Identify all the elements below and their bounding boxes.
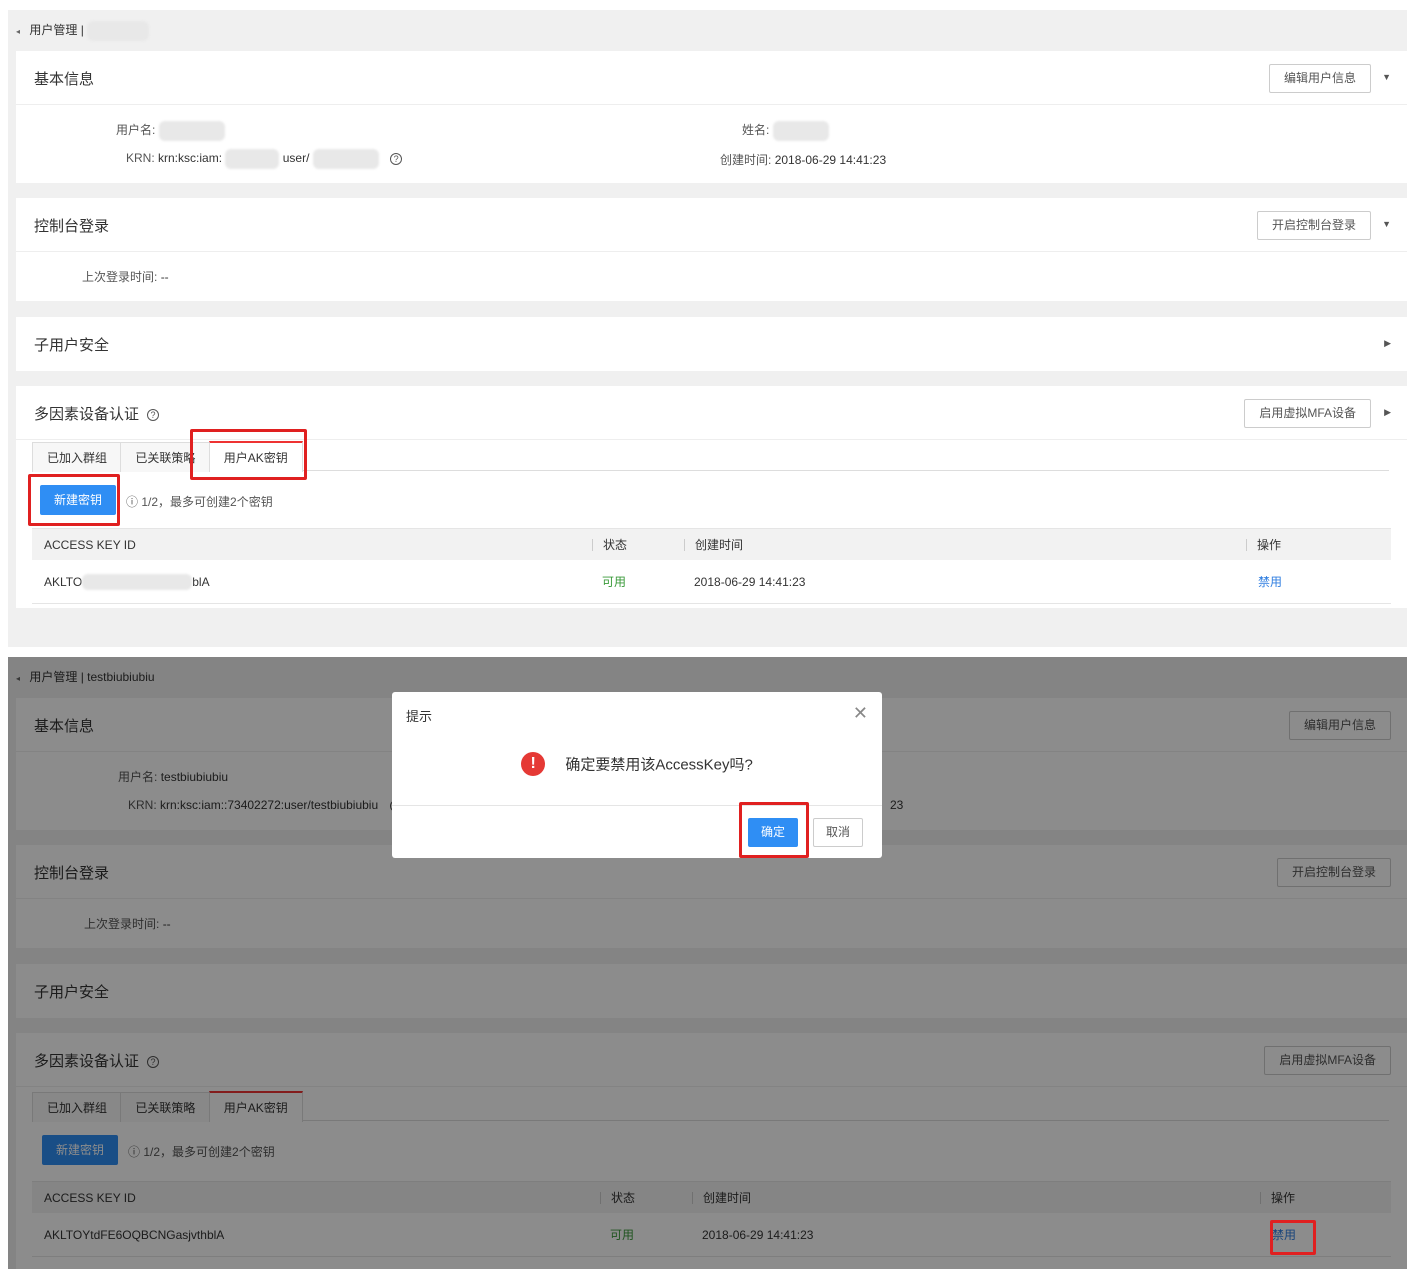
status-value: 可用 (602, 575, 627, 589)
redacted-value (312, 149, 379, 169)
created-value: 2018-06-29 14:41:23 (774, 153, 887, 167)
created-time: 2018-06-29 14:41:23 (694, 574, 806, 589)
col-header: 创建时间 (695, 538, 744, 552)
krn-mid: user/ (282, 151, 310, 166)
confirm-button[interactable]: 确定 (748, 818, 799, 847)
help-icon[interactable]: ? (147, 409, 160, 422)
screenshot-after: ◂ 用户管理 | testbiubiubiu 基本信息 编辑用户信息 用户名: … (8, 657, 1407, 1269)
redacted-value (82, 573, 193, 590)
caret-right-icon[interactable]: ▶ (1384, 338, 1391, 349)
tab-policies[interactable]: 已关联策略 (120, 442, 211, 472)
new-key-button[interactable]: 新建密钥 (40, 485, 117, 515)
help-icon[interactable]: ? (390, 153, 403, 165)
mfa-title: 多因素设备认证 (34, 406, 140, 423)
access-key-id-cell: AKLTO blA (44, 560, 210, 603)
dialog-message: 确定要禁用该AccessKey吗? (565, 756, 753, 774)
col-header-cell: 状态 (592, 529, 627, 560)
panel-title: 控制台登录 (34, 218, 110, 235)
tab-bar: 已加入群组 已关联策略 用户AK密钥 (32, 441, 1389, 472)
tab-ak-keys[interactable]: 用户AK密钥 (208, 441, 303, 472)
table-row: AKLTO blA 可用 2018-06-29 14:41:23 禁用 (32, 560, 1391, 604)
krn-label: KRN: (126, 151, 155, 166)
cancel-button[interactable]: 取消 (813, 818, 864, 847)
dialog-body: ! 确定要禁用该AccessKey吗? (392, 752, 882, 776)
divider (392, 805, 882, 806)
breadcrumb-text[interactable]: 用户管理 | (29, 23, 83, 37)
key-limit-hint: ⓘ 1/2，最多可创建2个密钥 (126, 495, 273, 509)
column-separator (684, 538, 685, 551)
col-header-cell: 创建时间 (684, 529, 743, 560)
table-header: ACCESS KEY ID 状态 创建时间 操作 (32, 528, 1391, 560)
caret-down-icon[interactable]: ▼ (1382, 219, 1391, 229)
access-key-id-start: AKLTO (44, 574, 83, 589)
panel-title: 多因素设备认证? (34, 403, 160, 424)
basic-info-panel: 基本信息 编辑用户信息 ▼ 用户名: KRN: krn:ksc:iam: use… (16, 51, 1407, 183)
mfa-panel: 多因素设备认证? 启用虚拟MFA设备 ▶ 已加入群组 已关联策略 用户AK密钥 … (16, 386, 1407, 608)
col-header: ACCESS KEY ID (44, 537, 136, 552)
exclamation-circle-icon: ! (521, 752, 546, 776)
krn-prefix: krn:ksc:iam: (158, 151, 223, 166)
dialog-title: 提示 (406, 709, 433, 724)
sub-user-security-panel[interactable]: 子用户安全 ▶ (16, 317, 1407, 371)
confirm-dialog: 提示 ✕ ! 确定要禁用该AccessKey吗? 确定 取消 (392, 692, 882, 858)
col-header: 状态 (603, 538, 628, 552)
realname-label: 姓名: (742, 123, 770, 138)
redacted-username (87, 20, 150, 41)
last-login-label: 上次登录时间: (82, 270, 158, 284)
disable-link[interactable]: 禁用 (1258, 560, 1282, 603)
access-key-id-end: blA (192, 574, 210, 589)
column-separator (592, 538, 593, 551)
col-header-cell: 操作 (1246, 529, 1281, 560)
screenshot-before: ◂ 用户管理 | 基本信息 编辑用户信息 ▼ 用户名: KRN: krn:ksc… (8, 10, 1407, 647)
username-label: 用户名: (116, 123, 156, 138)
breadcrumb: ◂ 用户管理 | (8, 10, 1407, 50)
enable-mfa-button[interactable]: 启用虚拟MFA设备 (1244, 399, 1371, 428)
col-header: 操作 (1257, 538, 1282, 552)
chevron-left-icon[interactable]: ◂ (16, 27, 20, 36)
tab-groups[interactable]: 已加入群组 (32, 442, 123, 472)
close-icon[interactable]: ✕ (853, 703, 868, 724)
redacted-value (772, 121, 829, 141)
panel-title: 基本信息 (34, 71, 95, 88)
column-separator (1246, 538, 1247, 551)
enable-console-login-button[interactable]: 开启控制台登录 (1256, 211, 1371, 240)
ak-table: ACCESS KEY ID 状态 创建时间 操作 AKLTO blA 可用 20… (32, 528, 1391, 604)
console-login-panel: 控制台登录 开启控制台登录 ▼ 上次登录时间: -- (16, 198, 1407, 301)
last-login-value: -- (160, 270, 169, 284)
edit-user-button[interactable]: 编辑用户信息 (1268, 64, 1371, 93)
redacted-value (225, 149, 280, 169)
caret-down-icon[interactable]: ▼ (1382, 72, 1391, 82)
created-label: 创建时间: (720, 153, 772, 167)
panel-title: 子用户安全 (34, 337, 110, 354)
redacted-value (158, 121, 225, 141)
caret-right-icon[interactable]: ▶ (1384, 407, 1391, 418)
